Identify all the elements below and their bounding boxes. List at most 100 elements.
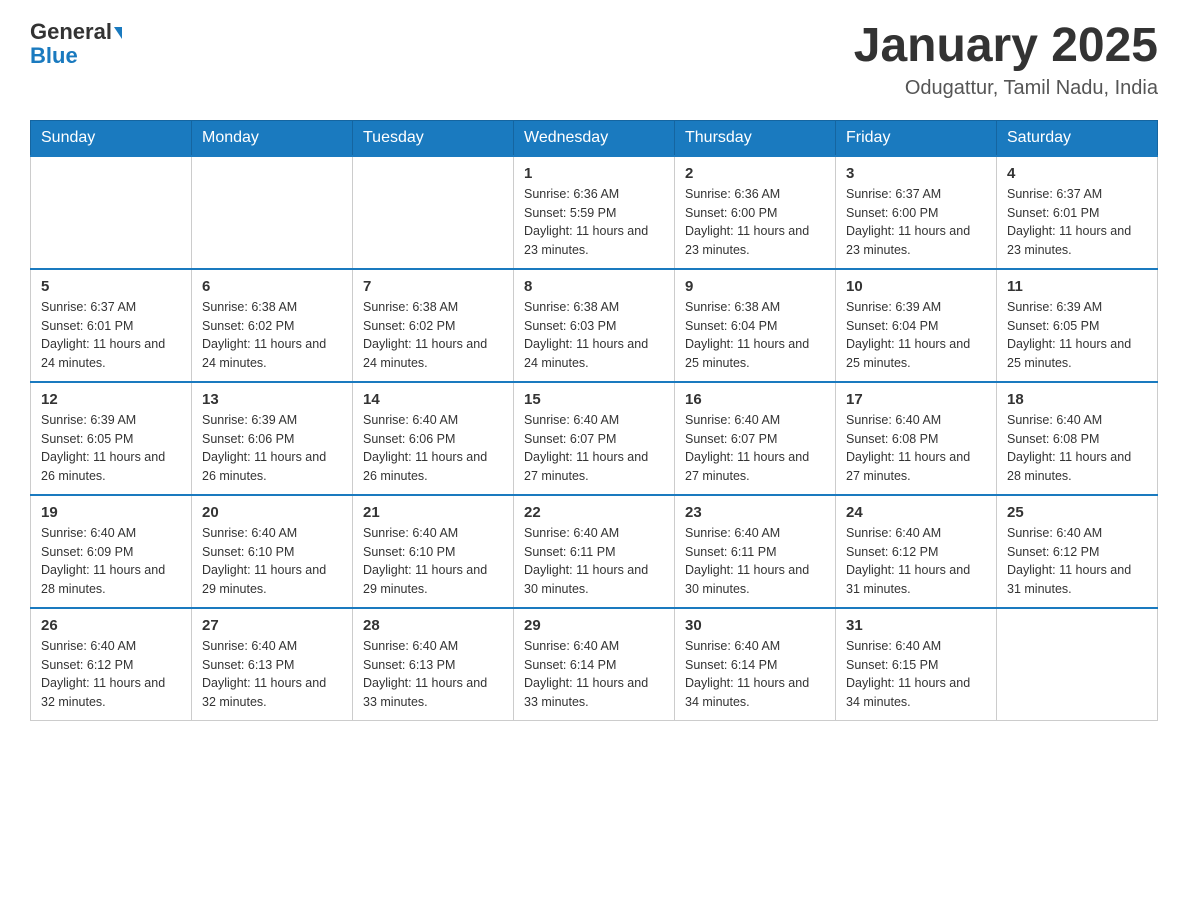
week-row-1: 1 Sunrise: 6:36 AM Sunset: 5:59 PM Daylig… xyxy=(31,156,1158,269)
calendar-cell xyxy=(353,156,514,269)
calendar-cell: 16 Sunrise: 6:40 AM Sunset: 6:07 PM Dayli… xyxy=(675,382,836,495)
day-info: Sunrise: 6:40 AM Sunset: 6:08 PM Dayligh… xyxy=(1007,411,1147,486)
day-info: Sunrise: 6:40 AM Sunset: 6:15 PM Dayligh… xyxy=(846,637,986,712)
day-info: Sunrise: 6:36 AM Sunset: 5:59 PM Dayligh… xyxy=(524,185,664,260)
day-number: 16 xyxy=(685,391,825,408)
day-number: 23 xyxy=(685,504,825,521)
day-info: Sunrise: 6:37 AM Sunset: 6:01 PM Dayligh… xyxy=(1007,185,1147,260)
day-info: Sunrise: 6:39 AM Sunset: 6:06 PM Dayligh… xyxy=(202,411,342,486)
day-number: 19 xyxy=(41,504,181,521)
day-number: 7 xyxy=(363,278,503,295)
logo: General Blue xyxy=(30,20,122,68)
calendar-cell xyxy=(192,156,353,269)
day-number: 21 xyxy=(363,504,503,521)
day-number: 24 xyxy=(846,504,986,521)
page-header: General Blue January 2025 Odugattur, Tam… xyxy=(30,20,1158,100)
calendar-cell: 17 Sunrise: 6:40 AM Sunset: 6:08 PM Dayli… xyxy=(836,382,997,495)
day-info: Sunrise: 6:38 AM Sunset: 6:04 PM Dayligh… xyxy=(685,298,825,373)
day-info: Sunrise: 6:40 AM Sunset: 6:11 PM Dayligh… xyxy=(685,524,825,599)
calendar-cell: 15 Sunrise: 6:40 AM Sunset: 6:07 PM Dayli… xyxy=(514,382,675,495)
day-number: 11 xyxy=(1007,278,1147,295)
day-number: 30 xyxy=(685,617,825,634)
day-number: 1 xyxy=(524,165,664,182)
day-info: Sunrise: 6:40 AM Sunset: 6:07 PM Dayligh… xyxy=(685,411,825,486)
day-info: Sunrise: 6:37 AM Sunset: 6:01 PM Dayligh… xyxy=(41,298,181,373)
calendar-cell: 24 Sunrise: 6:40 AM Sunset: 6:12 PM Dayli… xyxy=(836,495,997,608)
calendar-cell: 30 Sunrise: 6:40 AM Sunset: 6:14 PM Dayli… xyxy=(675,608,836,721)
week-row-2: 5 Sunrise: 6:37 AM Sunset: 6:01 PM Daylig… xyxy=(31,269,1158,382)
calendar-cell: 31 Sunrise: 6:40 AM Sunset: 6:15 PM Dayli… xyxy=(836,608,997,721)
calendar-cell xyxy=(31,156,192,269)
week-row-5: 26 Sunrise: 6:40 AM Sunset: 6:12 PM Dayli… xyxy=(31,608,1158,721)
calendar-cell: 21 Sunrise: 6:40 AM Sunset: 6:10 PM Dayli… xyxy=(353,495,514,608)
header-sunday: Sunday xyxy=(31,120,192,156)
day-number: 2 xyxy=(685,165,825,182)
day-number: 15 xyxy=(524,391,664,408)
calendar-cell: 10Sunrise: 6:39 AM Sunset: 6:04 PM Dayli… xyxy=(836,269,997,382)
calendar-cell: 23 Sunrise: 6:40 AM Sunset: 6:11 PM Dayli… xyxy=(675,495,836,608)
header-wednesday: Wednesday xyxy=(514,120,675,156)
calendar-cell: 4 Sunrise: 6:37 AM Sunset: 6:01 PM Daylig… xyxy=(997,156,1158,269)
day-info: Sunrise: 6:37 AM Sunset: 6:00 PM Dayligh… xyxy=(846,185,986,260)
calendar-cell: 12 Sunrise: 6:39 AM Sunset: 6:05 PM Dayli… xyxy=(31,382,192,495)
title-area: January 2025 Odugattur, Tamil Nadu, Indi… xyxy=(854,20,1158,100)
week-row-4: 19 Sunrise: 6:40 AM Sunset: 6:09 PM Dayli… xyxy=(31,495,1158,608)
calendar-header-row: SundayMondayTuesdayWednesdayThursdayFrid… xyxy=(31,120,1158,156)
day-info: Sunrise: 6:38 AM Sunset: 6:02 PM Dayligh… xyxy=(202,298,342,373)
calendar-cell: 18Sunrise: 6:40 AM Sunset: 6:08 PM Dayli… xyxy=(997,382,1158,495)
day-number: 10 xyxy=(846,278,986,295)
day-number: 4 xyxy=(1007,165,1147,182)
calendar-cell: 28 Sunrise: 6:40 AM Sunset: 6:13 PM Dayli… xyxy=(353,608,514,721)
day-info: Sunrise: 6:40 AM Sunset: 6:12 PM Dayligh… xyxy=(1007,524,1147,599)
calendar-table: SundayMondayTuesdayWednesdayThursdayFrid… xyxy=(30,120,1158,721)
header-tuesday: Tuesday xyxy=(353,120,514,156)
day-number: 31 xyxy=(846,617,986,634)
day-info: Sunrise: 6:40 AM Sunset: 6:10 PM Dayligh… xyxy=(202,524,342,599)
day-number: 25 xyxy=(1007,504,1147,521)
day-number: 17 xyxy=(846,391,986,408)
day-info: Sunrise: 6:40 AM Sunset: 6:14 PM Dayligh… xyxy=(685,637,825,712)
calendar-cell: 9 Sunrise: 6:38 AM Sunset: 6:04 PM Daylig… xyxy=(675,269,836,382)
day-number: 9 xyxy=(685,278,825,295)
calendar-cell: 5 Sunrise: 6:37 AM Sunset: 6:01 PM Daylig… xyxy=(31,269,192,382)
header-thursday: Thursday xyxy=(675,120,836,156)
day-number: 28 xyxy=(363,617,503,634)
day-info: Sunrise: 6:40 AM Sunset: 6:13 PM Dayligh… xyxy=(363,637,503,712)
calendar-cell: 2 Sunrise: 6:36 AM Sunset: 6:00 PM Daylig… xyxy=(675,156,836,269)
calendar-cell: 19 Sunrise: 6:40 AM Sunset: 6:09 PM Dayli… xyxy=(31,495,192,608)
calendar-cell: 3Sunrise: 6:37 AM Sunset: 6:00 PM Daylig… xyxy=(836,156,997,269)
calendar-cell: 13Sunrise: 6:39 AM Sunset: 6:06 PM Dayli… xyxy=(192,382,353,495)
calendar-cell xyxy=(997,608,1158,721)
day-info: Sunrise: 6:40 AM Sunset: 6:09 PM Dayligh… xyxy=(41,524,181,599)
day-number: 27 xyxy=(202,617,342,634)
day-info: Sunrise: 6:40 AM Sunset: 6:10 PM Dayligh… xyxy=(363,524,503,599)
day-info: Sunrise: 6:36 AM Sunset: 6:00 PM Dayligh… xyxy=(685,185,825,260)
day-info: Sunrise: 6:38 AM Sunset: 6:03 PM Dayligh… xyxy=(524,298,664,373)
day-number: 5 xyxy=(41,278,181,295)
header-friday: Friday xyxy=(836,120,997,156)
day-info: Sunrise: 6:40 AM Sunset: 6:12 PM Dayligh… xyxy=(41,637,181,712)
day-number: 26 xyxy=(41,617,181,634)
day-info: Sunrise: 6:39 AM Sunset: 6:05 PM Dayligh… xyxy=(41,411,181,486)
day-info: Sunrise: 6:40 AM Sunset: 6:11 PM Dayligh… xyxy=(524,524,664,599)
day-number: 20 xyxy=(202,504,342,521)
day-info: Sunrise: 6:40 AM Sunset: 6:07 PM Dayligh… xyxy=(524,411,664,486)
calendar-cell: 25 Sunrise: 6:40 AM Sunset: 6:12 PM Dayli… xyxy=(997,495,1158,608)
day-info: Sunrise: 6:40 AM Sunset: 6:12 PM Dayligh… xyxy=(846,524,986,599)
logo-blue-text: Blue xyxy=(30,44,122,68)
day-number: 22 xyxy=(524,504,664,521)
calendar-cell: 7 Sunrise: 6:38 AM Sunset: 6:02 PM Daylig… xyxy=(353,269,514,382)
calendar-cell: 27Sunrise: 6:40 AM Sunset: 6:13 PM Dayli… xyxy=(192,608,353,721)
day-number: 12 xyxy=(41,391,181,408)
calendar-cell: 20 Sunrise: 6:40 AM Sunset: 6:10 PM Dayli… xyxy=(192,495,353,608)
week-row-3: 12 Sunrise: 6:39 AM Sunset: 6:05 PM Dayli… xyxy=(31,382,1158,495)
month-title: January 2025 xyxy=(854,20,1158,73)
day-info: Sunrise: 6:38 AM Sunset: 6:02 PM Dayligh… xyxy=(363,298,503,373)
logo-general-text: General xyxy=(30,19,112,44)
header-monday: Monday xyxy=(192,120,353,156)
day-number: 6 xyxy=(202,278,342,295)
day-number: 29 xyxy=(524,617,664,634)
logo-triangle-icon xyxy=(114,27,122,39)
day-info: Sunrise: 6:40 AM Sunset: 6:08 PM Dayligh… xyxy=(846,411,986,486)
calendar-cell: 1 Sunrise: 6:36 AM Sunset: 5:59 PM Daylig… xyxy=(514,156,675,269)
